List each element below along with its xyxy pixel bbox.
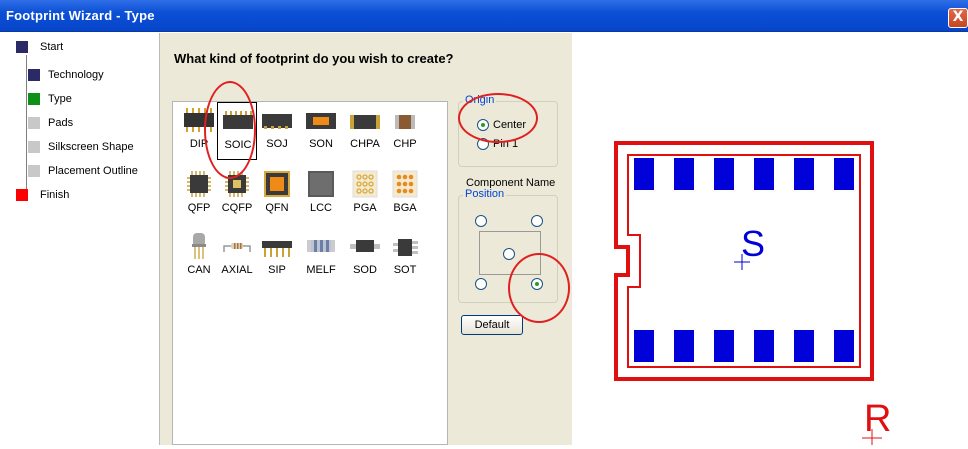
package-sot[interactable]: SOT bbox=[385, 228, 425, 286]
package-qfp[interactable]: QFP bbox=[179, 166, 219, 224]
can-icon bbox=[192, 233, 206, 259]
package-can[interactable]: CAN bbox=[179, 228, 219, 286]
step-status-icon bbox=[16, 189, 28, 201]
melf-icon bbox=[307, 240, 335, 252]
sod-icon bbox=[350, 240, 380, 252]
bottom-pad-row bbox=[634, 330, 854, 362]
lcc-icon bbox=[308, 171, 334, 197]
package-soj[interactable]: SOJ bbox=[257, 102, 297, 160]
step-label: Finish bbox=[40, 189, 70, 201]
step-label: Silkscreen Shape bbox=[48, 141, 134, 153]
step-type[interactable]: Type bbox=[28, 91, 72, 107]
position-title: Position bbox=[463, 188, 507, 200]
step-label: Type bbox=[48, 93, 72, 105]
preview-canvas: S R bbox=[614, 141, 891, 445]
chpa-icon bbox=[350, 115, 380, 129]
sip-icon bbox=[262, 241, 292, 257]
pga-icon bbox=[352, 170, 378, 198]
position-top-left-radio[interactable] bbox=[475, 215, 487, 227]
package-label: SON bbox=[309, 138, 333, 150]
son-icon bbox=[306, 113, 336, 129]
package-qfn[interactable]: QFN bbox=[257, 166, 297, 224]
package-label: CHP bbox=[393, 138, 417, 150]
designator-r: R bbox=[864, 398, 891, 440]
package-label: QFN bbox=[265, 202, 289, 214]
step-finish[interactable]: Finish bbox=[16, 187, 69, 203]
page-question: What kind of footprint do you wish to cr… bbox=[174, 51, 454, 66]
tree-line bbox=[26, 55, 27, 197]
position-bottom-left-radio[interactable] bbox=[475, 278, 487, 290]
step-label: Pads bbox=[48, 117, 74, 129]
step-silkscreen-shape[interactable]: Silkscreen Shape bbox=[28, 139, 134, 155]
designator-s: S bbox=[741, 223, 765, 264]
package-sod[interactable]: SOD bbox=[345, 228, 385, 286]
step-technology[interactable]: Technology bbox=[28, 67, 104, 83]
close-icon: X bbox=[952, 9, 964, 25]
package-label: QFP bbox=[187, 202, 211, 214]
package-pga[interactable]: PGA bbox=[345, 166, 385, 224]
step-label: Technology bbox=[48, 69, 104, 81]
step-placement-outline[interactable]: Placement Outline bbox=[28, 163, 138, 179]
package-sip[interactable]: SIP bbox=[257, 228, 297, 286]
position-top-right-radio[interactable] bbox=[531, 215, 543, 227]
type-panel: What kind of footprint do you wish to cr… bbox=[160, 33, 572, 445]
bga-icon bbox=[392, 170, 418, 198]
step-status-icon bbox=[16, 41, 28, 53]
top-pad-row bbox=[634, 158, 854, 190]
step-pads[interactable]: Pads bbox=[28, 115, 73, 131]
package-label: MELF bbox=[306, 264, 336, 276]
step-status-icon bbox=[28, 69, 40, 81]
step-status-icon bbox=[28, 93, 40, 105]
package-chp[interactable]: CHP bbox=[385, 102, 425, 160]
package-label: CHPA bbox=[350, 138, 380, 150]
annotation-circle bbox=[508, 253, 570, 323]
annotation-circle bbox=[204, 81, 256, 179]
package-label: LCC bbox=[309, 202, 332, 214]
step-status-icon bbox=[28, 165, 40, 177]
package-label: SOJ bbox=[266, 138, 288, 150]
title-bar: Footprint Wizard - Type X bbox=[0, 0, 968, 32]
axial-icon bbox=[223, 243, 251, 252]
position-center-radio[interactable] bbox=[503, 248, 515, 260]
package-label: BGA bbox=[393, 202, 417, 214]
package-label: CQFP bbox=[221, 202, 253, 214]
qfp-icon bbox=[187, 171, 211, 197]
annotation-circle bbox=[458, 93, 538, 143]
package-label: CAN bbox=[187, 264, 211, 276]
sot-icon bbox=[393, 239, 418, 256]
package-bga[interactable]: BGA bbox=[385, 166, 425, 224]
step-label: Placement Outline bbox=[48, 165, 138, 177]
qfn-icon bbox=[264, 171, 290, 197]
package-label: SOD bbox=[353, 264, 377, 276]
step-status-icon bbox=[28, 141, 40, 153]
package-label: AXIAL bbox=[221, 264, 253, 276]
package-melf[interactable]: MELF bbox=[301, 228, 341, 286]
step-start[interactable]: Start bbox=[16, 39, 63, 55]
chp-icon bbox=[395, 115, 415, 129]
window-title: Footprint Wizard - Type bbox=[6, 8, 155, 23]
package-label: SOT bbox=[393, 264, 417, 276]
package-axial[interactable]: AXIAL bbox=[217, 228, 257, 286]
package-son[interactable]: SON bbox=[301, 102, 341, 160]
package-label: PGA bbox=[353, 202, 377, 214]
soj-icon bbox=[262, 114, 292, 129]
default-button[interactable]: Default bbox=[461, 315, 523, 335]
close-button[interactable]: X bbox=[948, 8, 968, 28]
package-label: SIP bbox=[268, 264, 286, 276]
wizard-steps: Start Technology Type Pads Silkscreen Sh… bbox=[0, 33, 160, 445]
step-status-icon bbox=[28, 117, 40, 129]
step-label: Start bbox=[40, 41, 64, 53]
package-lcc[interactable]: LCC bbox=[301, 166, 341, 224]
package-chpa[interactable]: CHPA bbox=[345, 102, 385, 160]
footprint-preview: S R bbox=[572, 33, 968, 445]
